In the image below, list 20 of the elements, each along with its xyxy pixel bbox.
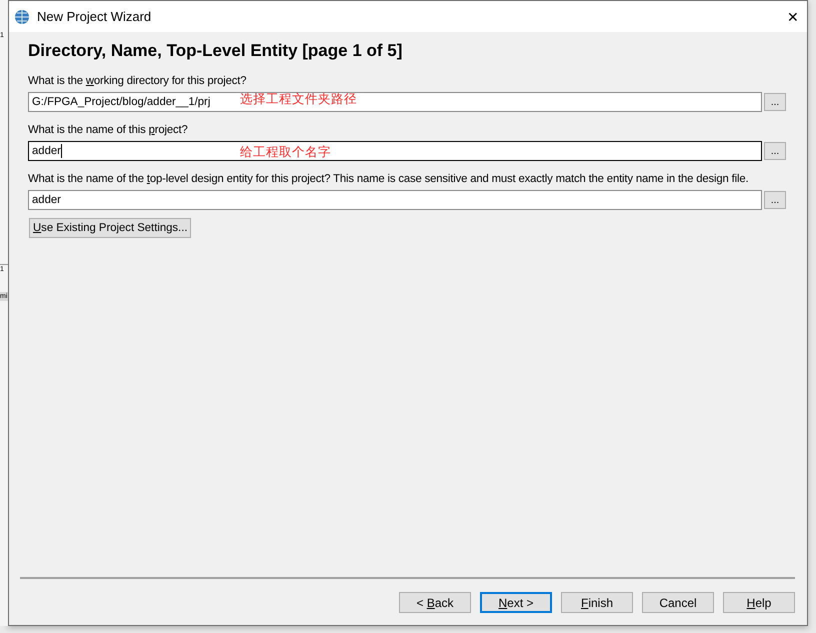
annotation-text: 给工程取个名字 xyxy=(240,144,331,161)
browse-button[interactable]: ... xyxy=(764,191,786,209)
field-label: What is the working directory for this project? xyxy=(28,75,248,88)
browse-button[interactable]: ... xyxy=(764,142,786,160)
globe-icon xyxy=(14,8,30,24)
dialog-button[interactable]: Finish xyxy=(561,592,633,613)
field-label: What is the name of the top-level design entity for this project? This name is case sensitive and must exactly match the entity name in the design file. xyxy=(28,173,750,186)
annotation-text: 选择工程文件夹路径 xyxy=(240,91,357,108)
settings-button[interactable]: Use Existing Project Settings... xyxy=(29,218,192,238)
page-heading: Directory, Name, Top-Level Entity [page 1 of 5] xyxy=(28,41,404,61)
dialog-button[interactable]: Next > xyxy=(480,592,552,613)
dialog-button[interactable]: < Back xyxy=(399,592,471,613)
browse-button[interactable]: ... xyxy=(764,93,786,111)
input-field[interactable]: adder xyxy=(28,190,762,210)
window-title: New Project Wizard xyxy=(37,9,152,24)
close-button[interactable]: ✕ xyxy=(779,8,807,24)
text-caret xyxy=(60,144,62,158)
field-label: What is the name of this project? xyxy=(28,124,189,137)
dialog-button[interactable]: Cancel xyxy=(642,592,714,613)
dialog-button[interactable]: Help xyxy=(723,592,795,613)
